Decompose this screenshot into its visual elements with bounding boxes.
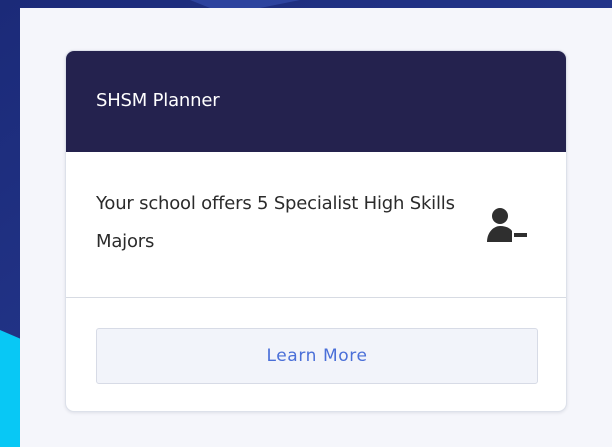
card-description: Your school offers 5 Specialist High Ski… <box>96 193 455 252</box>
learn-more-button[interactable]: Learn More <box>96 328 538 384</box>
card-body: Your school offers 5 Specialist High Ski… <box>66 152 566 298</box>
card-title: SHSM Planner <box>96 90 220 111</box>
user-minus-icon <box>487 208 527 242</box>
shsm-planner-card: SHSM Planner Your school offers 5 Specia… <box>65 50 567 412</box>
card-header: SHSM Planner <box>66 51 566 152</box>
